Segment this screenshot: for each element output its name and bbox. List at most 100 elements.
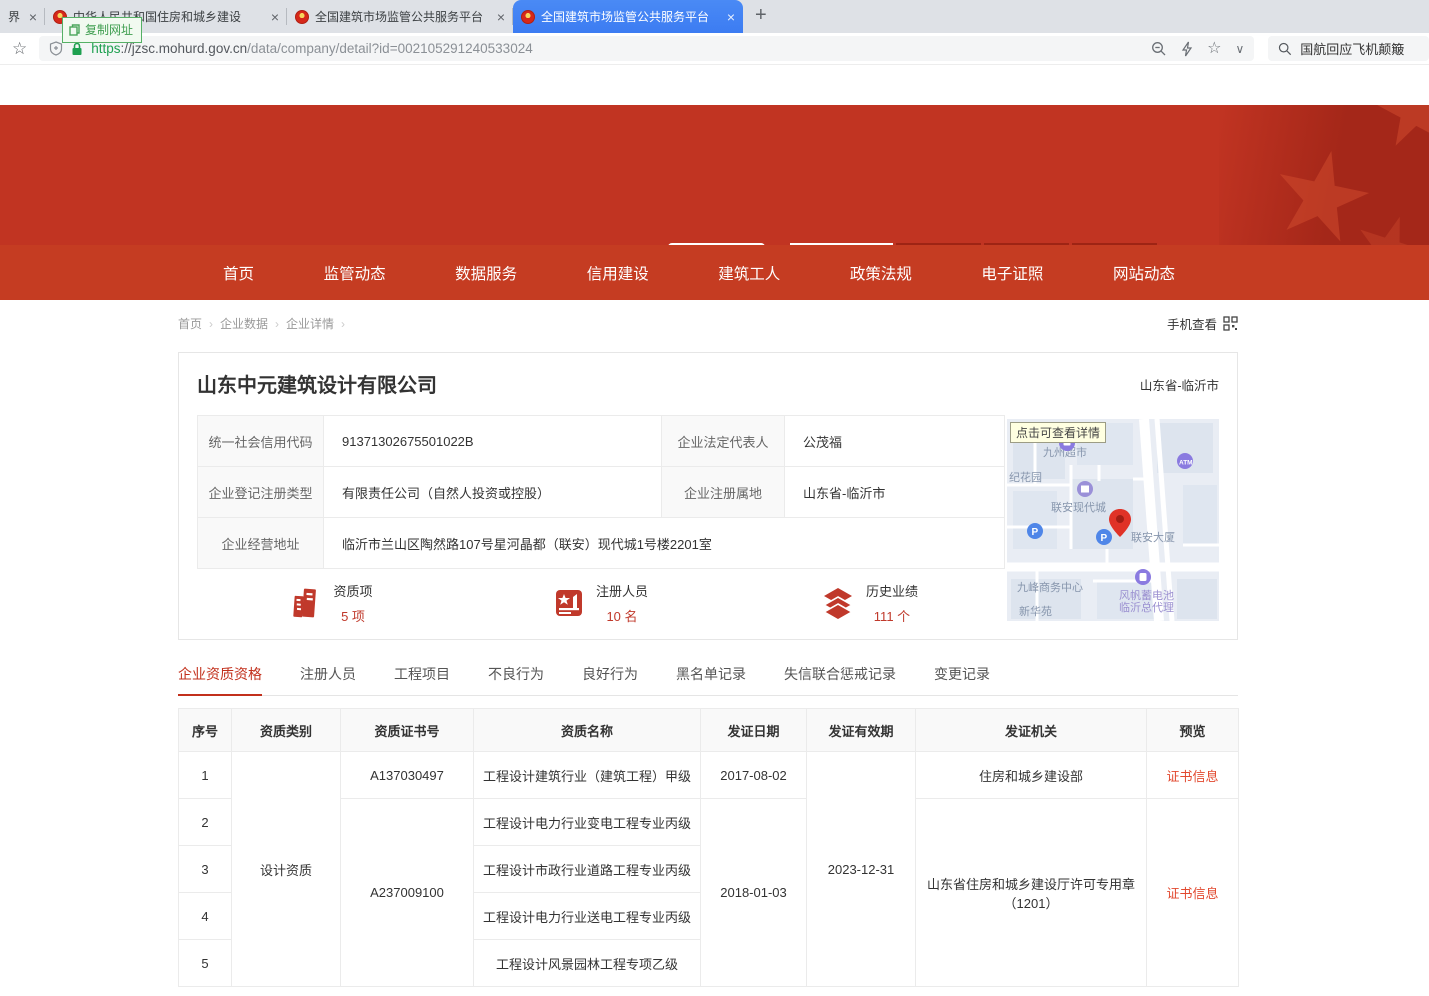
- cell-name: 工程设计电力行业送电工程专业丙级: [474, 893, 701, 940]
- url-path: /data/company/detail?id=0021052912405330…: [247, 41, 533, 56]
- nav-item-site-news[interactable]: 网站动态: [1113, 262, 1175, 284]
- bookmark-star-icon[interactable]: ☆: [12, 39, 27, 59]
- nav-item-home[interactable]: 首页: [223, 262, 254, 284]
- close-icon[interactable]: ×: [271, 10, 279, 24]
- cell-valid-until: 2023-12-31: [807, 752, 916, 987]
- tab-projects[interactable]: 工程项目: [394, 664, 450, 684]
- shield-icon[interactable]: [49, 41, 63, 56]
- favorite-star-icon[interactable]: ☆: [1207, 41, 1221, 57]
- company-card: 山东中元建筑设计有限公司 山东省-临沂市 统一社会信用代码 9137130267…: [178, 352, 1238, 640]
- svg-text:ATM: ATM: [1179, 460, 1193, 467]
- location-map[interactable]: 点击可查看详情 九州超市 ATM 纪花园: [1007, 419, 1219, 621]
- breadcrumb-separator: ›: [209, 317, 213, 331]
- tab-good-behavior[interactable]: 良好行为: [582, 664, 638, 684]
- map-canvas: 九州超市 ATM 纪花园 联安现代城 P P 联安大厦 九峰商务中心 风帆蓄电池…: [1007, 419, 1219, 621]
- qr-icon: [1223, 316, 1238, 331]
- building-icon: [290, 586, 322, 620]
- browser-tab-jzsc-1[interactable]: 全国建筑市场监管公共服务平台 ×: [287, 0, 513, 33]
- cell-cert-no: A237009100: [341, 799, 474, 987]
- cell-name: 工程设计风景园林工程专项乙级: [474, 940, 701, 987]
- table-header-row: 序号 资质类别 资质证书号 资质名称 发证日期 发证有效期 发证机关 预览: [179, 709, 1239, 752]
- reg-type-label: 企业登记注册类型: [198, 467, 324, 518]
- tab-qualifications[interactable]: 企业资质资格: [178, 664, 262, 684]
- cell-category: 设计资质: [232, 752, 341, 987]
- legal-rep-label: 企业法定代表人: [662, 416, 785, 467]
- zoom-out-icon[interactable]: [1151, 41, 1167, 57]
- svg-text:九峰商务中心: 九峰商务中心: [1017, 580, 1083, 594]
- col-preview: 预览: [1147, 709, 1239, 752]
- emblem-favicon-icon: [295, 10, 309, 24]
- stat-value: 111 个: [866, 606, 918, 625]
- company-region: 山东省-临沂市: [1140, 375, 1219, 394]
- breadcrumb-company-data[interactable]: 企业数据: [220, 317, 268, 331]
- certificate-info-link[interactable]: 证书信息: [1166, 769, 1218, 784]
- url-text[interactable]: https://jzsc.mohurd.gov.cn/data/company/…: [91, 41, 532, 56]
- mobile-view-label: 手机查看: [1167, 314, 1217, 333]
- layers-icon: [821, 586, 855, 620]
- browser-toolbar: ☆ https://jzsc.mohurd.gov.cn/data/compan…: [0, 33, 1429, 65]
- company-info-table: 统一社会信用代码 91371302675501022B 企业法定代表人 公茂福 …: [197, 415, 1005, 569]
- address-label: 企业经营地址: [198, 518, 324, 569]
- legal-rep-value: 公茂福: [785, 416, 1005, 467]
- reg-place-value: 山东省-临沂市: [785, 467, 1005, 518]
- col-seq: 序号: [179, 709, 232, 752]
- stat-registered-personnel[interactable]: 注册人员 10 名: [466, 581, 735, 625]
- table-row: 企业经营地址 临沂市兰山区陶然路107号星河晶都（联安）现代城1号楼2201室: [198, 518, 1005, 569]
- stat-historical-performance[interactable]: 历史业绩 111 个: [735, 581, 1004, 625]
- browser-tab-cut[interactable]: 界 ×: [0, 0, 45, 33]
- certificate-info-link[interactable]: 证书信息: [1166, 886, 1218, 901]
- close-icon[interactable]: ×: [497, 10, 505, 24]
- close-icon[interactable]: ×: [29, 10, 37, 24]
- browser-search-text: 国航回应飞机颠簸: [1300, 39, 1404, 58]
- svg-text:风帆蓄电池: 风帆蓄电池: [1119, 588, 1174, 602]
- tab-bad-behavior[interactable]: 不良行为: [488, 664, 544, 684]
- breadcrumb-company-detail[interactable]: 企业详情: [286, 317, 334, 331]
- browser-tab-bar: 界 × 中华人民共和国住房和城乡建设 × 全国建筑市场监管公共服务平台 × 全国…: [0, 0, 1429, 33]
- nav-item-e-license[interactable]: 电子证照: [981, 262, 1043, 284]
- address-bar[interactable]: https://jzsc.mohurd.gov.cn/data/company/…: [39, 36, 1254, 61]
- tab-title: 全国建筑市场监管公共服务平台: [315, 8, 491, 25]
- nav-item-supervision[interactable]: 监管动态: [324, 262, 386, 284]
- breadcrumb-home[interactable]: 首页: [178, 317, 202, 331]
- col-authority: 发证机关: [916, 709, 1147, 752]
- svg-text:临沂总代理: 临沂总代理: [1119, 600, 1174, 614]
- browser-tab-jzsc-active[interactable]: 全国建筑市场监管公共服务平台 ×: [513, 0, 743, 33]
- address-value: 临沂市兰山区陶然路107号星河晶都（联安）现代城1号楼2201室: [324, 518, 1005, 569]
- mobile-view-button[interactable]: 手机查看: [1167, 314, 1238, 333]
- nav-item-policy[interactable]: 政策法规: [850, 262, 912, 284]
- cell-authority: 住房和城乡建设部: [916, 752, 1147, 799]
- tab-dishonesty-records[interactable]: 失信联合惩戒记录: [784, 664, 896, 684]
- svg-text:纪花园: 纪花园: [1009, 471, 1042, 484]
- breadcrumb-separator: ›: [275, 317, 279, 331]
- nav-item-credit[interactable]: 信用建设: [587, 262, 649, 284]
- lightning-icon[interactable]: [1181, 41, 1193, 57]
- new-tab-button[interactable]: +: [755, 4, 767, 27]
- stat-label: 历史业绩: [866, 581, 918, 600]
- svg-text:P: P: [1101, 533, 1108, 544]
- tab-blacklist[interactable]: 黑名单记录: [676, 664, 746, 684]
- cell-seq: 5: [179, 940, 232, 987]
- stat-value: 10 名: [596, 606, 648, 625]
- chevron-down-icon[interactable]: ∨: [1235, 43, 1244, 55]
- search-icon: [1278, 42, 1292, 56]
- copy-icon: [69, 24, 80, 36]
- table-row: 1 设计资质 A137030497 工程设计建筑行业（建筑工程）甲级 2017-…: [179, 752, 1239, 799]
- table-row: 统一社会信用代码 91371302675501022B 企业法定代表人 公茂福: [198, 416, 1005, 467]
- screen: 界 × 中华人民共和国住房和城乡建设 × 全国建筑市场监管公共服务平台 × 全国…: [0, 0, 1429, 996]
- cell-seq: 1: [179, 752, 232, 799]
- browser-search-box[interactable]: 国航回应飞机颠簸: [1268, 36, 1429, 61]
- stat-value: 5 项: [333, 606, 372, 625]
- stat-qualifications[interactable]: 资质项 5 项: [197, 581, 466, 625]
- nav-item-data-service[interactable]: 数据服务: [455, 262, 517, 284]
- breadcrumb-row: 首页›企业数据›企业详情› 手机查看: [178, 314, 1238, 333]
- tab-title: 界: [8, 8, 23, 25]
- close-icon[interactable]: ×: [727, 10, 735, 24]
- tab-change-records[interactable]: 变更记录: [934, 664, 990, 684]
- cell-seq: 2: [179, 799, 232, 846]
- tab-registered-personnel[interactable]: 注册人员: [300, 664, 356, 684]
- stat-label: 资质项: [333, 581, 372, 600]
- cell-name: 工程设计建筑行业（建筑工程）甲级: [474, 752, 701, 799]
- nav-item-workers[interactable]: 建筑工人: [718, 262, 780, 284]
- copy-url-tooltip[interactable]: 复制网址: [62, 17, 142, 43]
- cell-name: 工程设计电力行业变电工程专业丙级: [474, 799, 701, 846]
